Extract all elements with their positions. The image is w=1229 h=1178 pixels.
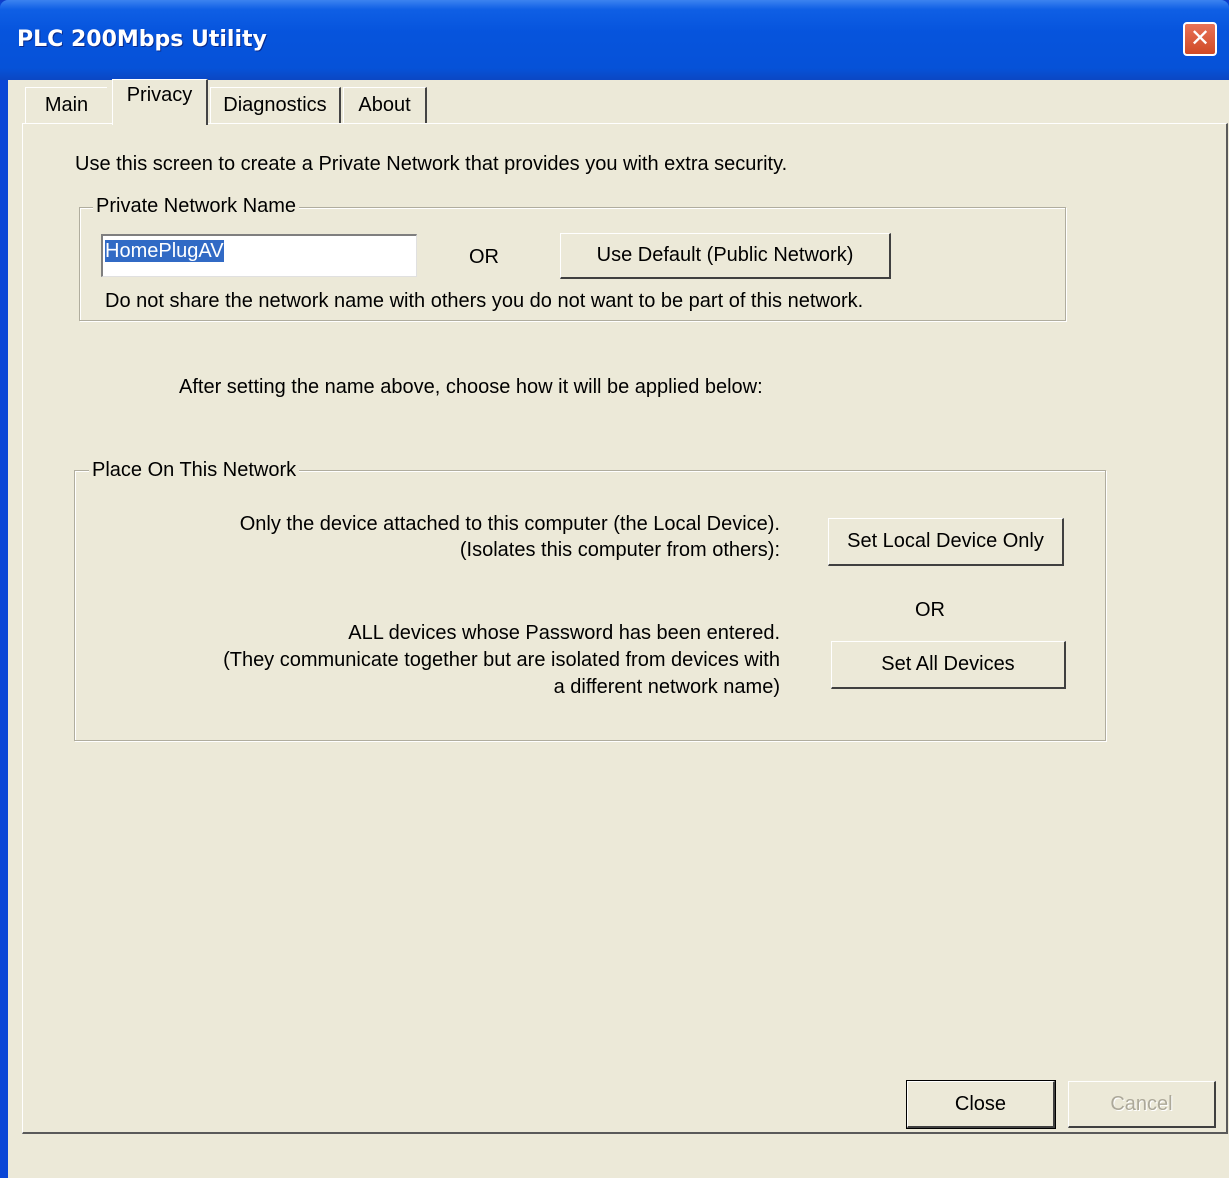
close-button[interactable]: Close (906, 1080, 1056, 1129)
tab-main[interactable]: Main (25, 87, 107, 123)
tab-about-label: About (358, 94, 411, 116)
tab-diagnostics-label: Diagnostics (223, 94, 327, 116)
close-window-icon[interactable]: ✕ (1183, 22, 1217, 56)
use-default-button[interactable]: Use Default (Public Network) (560, 233, 891, 279)
local-device-description-line2: (Isolates this computer from others): (459, 539, 780, 561)
utility-window: PLC 200Mbps Utility ✕ Main Privacy Diagn… (0, 0, 1229, 1178)
place-on-network-group (74, 470, 1106, 741)
all-devices-description-line2: (They communicate together but are isola… (223, 649, 780, 671)
local-device-description-line1: Only the device attached to this compute… (239, 513, 780, 535)
window-title: PLC 200Mbps Utility (17, 27, 267, 52)
private-network-name-legend: Private Network Name (93, 195, 300, 218)
network-name-warning: Do not share the network name with other… (105, 290, 864, 312)
all-devices-description-line3: a different network name) (553, 676, 780, 698)
apply-hint-text: After setting the name above, choose how… (179, 376, 763, 398)
set-local-device-only-button[interactable]: Set Local Device Only (828, 518, 1064, 566)
tab-diagnostics[interactable]: Diagnostics (210, 87, 341, 123)
tab-privacy-label: Privacy (126, 84, 193, 106)
network-name-input[interactable]: HomePlugAV (101, 234, 417, 277)
set-all-devices-button[interactable]: Set All Devices (831, 641, 1066, 689)
intro-text: Use this screen to create a Private Netw… (75, 153, 788, 175)
tab-about[interactable]: About (343, 87, 427, 123)
or-label-place: OR (915, 599, 945, 621)
tab-privacy[interactable]: Privacy (112, 79, 208, 125)
title-bar[interactable]: PLC 200Mbps Utility ✕ (0, 0, 1229, 80)
all-devices-description-line1: ALL devices whose Password has been ente… (348, 622, 780, 644)
tab-main-label: Main (44, 94, 89, 116)
or-label-name: OR (469, 246, 499, 268)
network-name-value: HomePlugAV (105, 240, 224, 262)
place-on-network-legend: Place On This Network (89, 459, 300, 482)
cancel-button[interactable]: Cancel (1068, 1081, 1216, 1128)
